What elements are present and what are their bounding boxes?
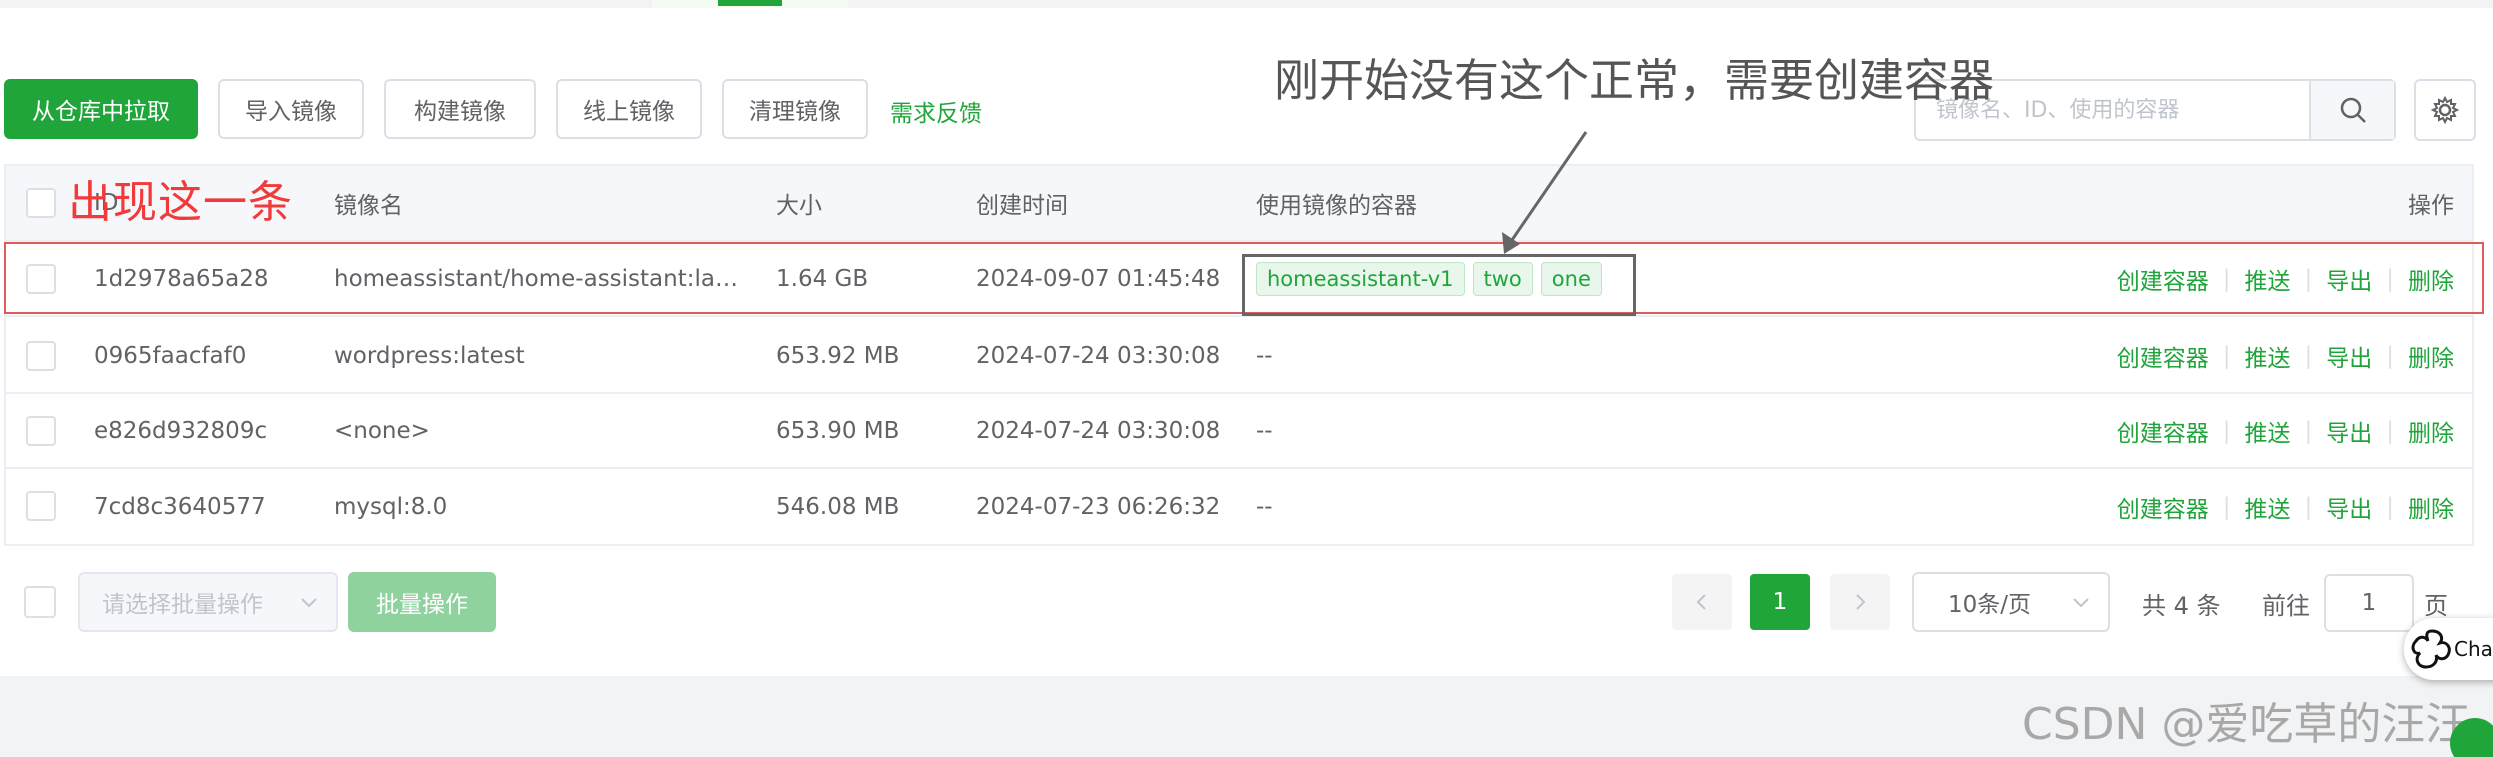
page-number-button[interactable]: 1 [1750,574,1810,630]
chat-logo-icon [2411,629,2451,669]
annotation-arrow [1502,131,1588,254]
chat-widget-label: Cha [2454,637,2493,661]
batch-select-placeholder: 请选择批量操作 [102,592,263,618]
batch-action-button[interactable]: 批量操作 [348,572,496,632]
chat-widget[interactable]: Cha [2404,618,2493,680]
batch-action-select[interactable]: 请选择批量操作 [78,572,338,632]
next-page-button[interactable] [1830,574,1890,630]
watermark: CSDN @爱吃草的汪汪 [2022,699,2470,750]
chevron-left-icon [1696,594,1706,610]
page-size-value: 10条/页 [1948,592,2032,618]
page-size-select[interactable]: 10条/页 [1912,572,2110,632]
chevron-right-icon [1856,594,1866,610]
chevron-down-icon [301,598,317,608]
batch-select-all-checkbox[interactable] [24,586,56,618]
goto-label: 前往 [2262,592,2310,620]
page-unit-label: 页 [2424,592,2448,620]
total-count: 共 4 条 [2142,592,2221,620]
goto-page-input[interactable]: 1 [2324,574,2414,632]
chevron-down-icon [2073,598,2089,608]
prev-page-button[interactable] [1672,574,1732,630]
